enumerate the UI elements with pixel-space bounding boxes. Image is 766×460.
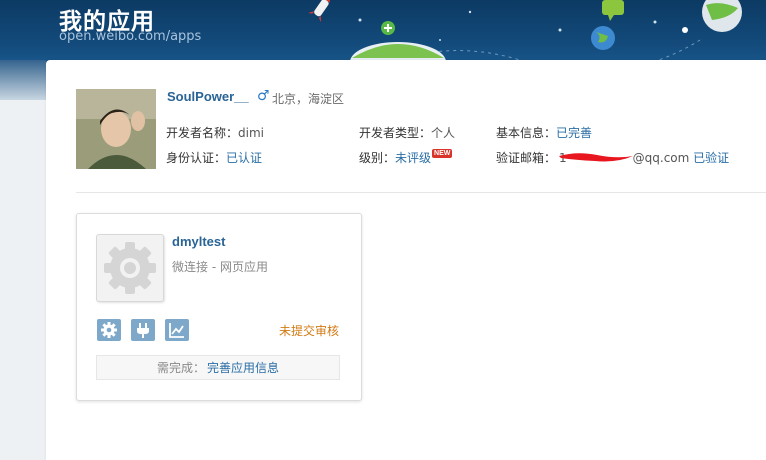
email-verified-link[interactable]: 已验证 (693, 151, 729, 165)
todo-label: 需完成： (157, 361, 206, 375)
email-visible: @qq.com (632, 151, 690, 165)
banner-shade (0, 60, 46, 100)
developer-type-row: 开发者类型：个人 (359, 124, 455, 141)
app-stats-button[interactable] (165, 319, 189, 341)
app-type: 微连接 - 网页应用 (172, 260, 268, 274)
male-gender-icon: ♂ (257, 88, 270, 104)
developer-type-value: 个人 (431, 126, 456, 140)
identity-label: 身份认证： (166, 151, 227, 165)
username-link[interactable]: SoulPower__ (167, 89, 249, 104)
developer-name-row: 开发者名称：dimi (166, 124, 264, 141)
developer-name-label: 开发者名称： (166, 126, 239, 140)
app-connect-button[interactable] (131, 319, 155, 341)
user-location: 北京，海淀区 (272, 92, 345, 106)
gear-icon (101, 322, 117, 338)
email-label: 验证邮箱： (496, 151, 557, 165)
section-divider (76, 192, 766, 193)
plug-icon (137, 323, 149, 338)
page-url: open.weibo.com/apps (59, 29, 202, 44)
redaction-scribble (559, 153, 633, 162)
chart-icon (169, 323, 184, 338)
developer-type-label: 开发者类型： (359, 126, 432, 140)
developer-name-value: dimi (238, 126, 264, 140)
basic-info-row: 基本信息：已完善 (496, 124, 592, 141)
avatar-image (76, 89, 156, 169)
complete-app-info-link[interactable]: 完善应用信息 (207, 359, 279, 376)
app-default-icon[interactable] (96, 234, 164, 302)
basic-info-link[interactable]: 已完善 (556, 126, 592, 140)
gear-icon (104, 242, 156, 294)
identity-status-link[interactable]: 已认证 (226, 151, 262, 165)
avatar[interactable] (76, 89, 156, 169)
basic-info-label: 基本信息： (496, 126, 557, 140)
app-name-link[interactable]: dmyltest (172, 234, 225, 249)
level-row: 级别：未评级 NEW (359, 149, 453, 166)
level-label: 级别： (359, 151, 396, 165)
identity-row: 身份认证：已认证 (166, 149, 262, 166)
app-settings-button[interactable] (97, 319, 121, 341)
level-link[interactable]: 未评级 (395, 151, 431, 165)
new-badge: NEW (432, 149, 453, 158)
app-review-status: 未提交审核 (279, 324, 340, 338)
